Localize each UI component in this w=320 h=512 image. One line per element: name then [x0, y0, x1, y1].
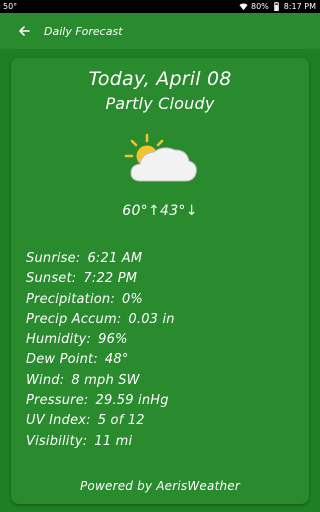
detail-wind: Wind: 8 mph SW	[26, 372, 140, 388]
back-button[interactable]	[13, 20, 35, 42]
arrow-left-icon	[19, 26, 30, 36]
status-right-group: 80% 8:17 PM	[239, 0, 316, 13]
status-time: 8:17 PM	[283, 2, 316, 11]
partly-cloudy-icon	[124, 133, 197, 182]
temperature-range: 60°↑43°↓	[122, 203, 198, 219]
detail-dew-point: Dew Point: 48°	[26, 352, 129, 368]
battery-icon	[274, 2, 279, 11]
detail-visibility: Visibility: 11 mi	[26, 433, 133, 449]
status-bar: 50° 80% 8:17 PM	[0, 0, 320, 13]
detail-sunset: Sunset: 7:22 PM	[26, 271, 138, 287]
app-bar: Daily Forecast	[0, 13, 320, 49]
detail-humidity: Humidity: 96%	[26, 332, 128, 348]
page-title: Daily Forecast	[44, 24, 123, 38]
detail-precipitation: Precipitation: 0%	[26, 291, 143, 307]
forecast-card: Today, April 08 Partly Cloudy 60°↑43°↓ S…	[11, 58, 309, 504]
battery-percent: 80%	[250, 2, 269, 11]
forecast-condition: Partly Cloudy	[105, 94, 215, 113]
detail-sunrise: Sunrise: 6:21 AM	[26, 251, 143, 266]
detail-pressure: Pressure: 29.59 inHg	[26, 393, 169, 409]
detail-precip-accum: Precip Accum: 0.03 in	[26, 311, 175, 327]
wifi-icon	[239, 3, 248, 11]
forecast-details: Sunrise: 6:21 AM Sunset: 7:22 PM Precipita…	[26, 249, 296, 452]
powered-by-link[interactable]: Powered by AerisWeather	[11, 479, 309, 493]
detail-uv-index: UV Index: 5 of 12	[26, 413, 145, 429]
forecast-date: Today, April 08	[88, 68, 232, 90]
status-temperature: 50°	[3, 2, 18, 11]
